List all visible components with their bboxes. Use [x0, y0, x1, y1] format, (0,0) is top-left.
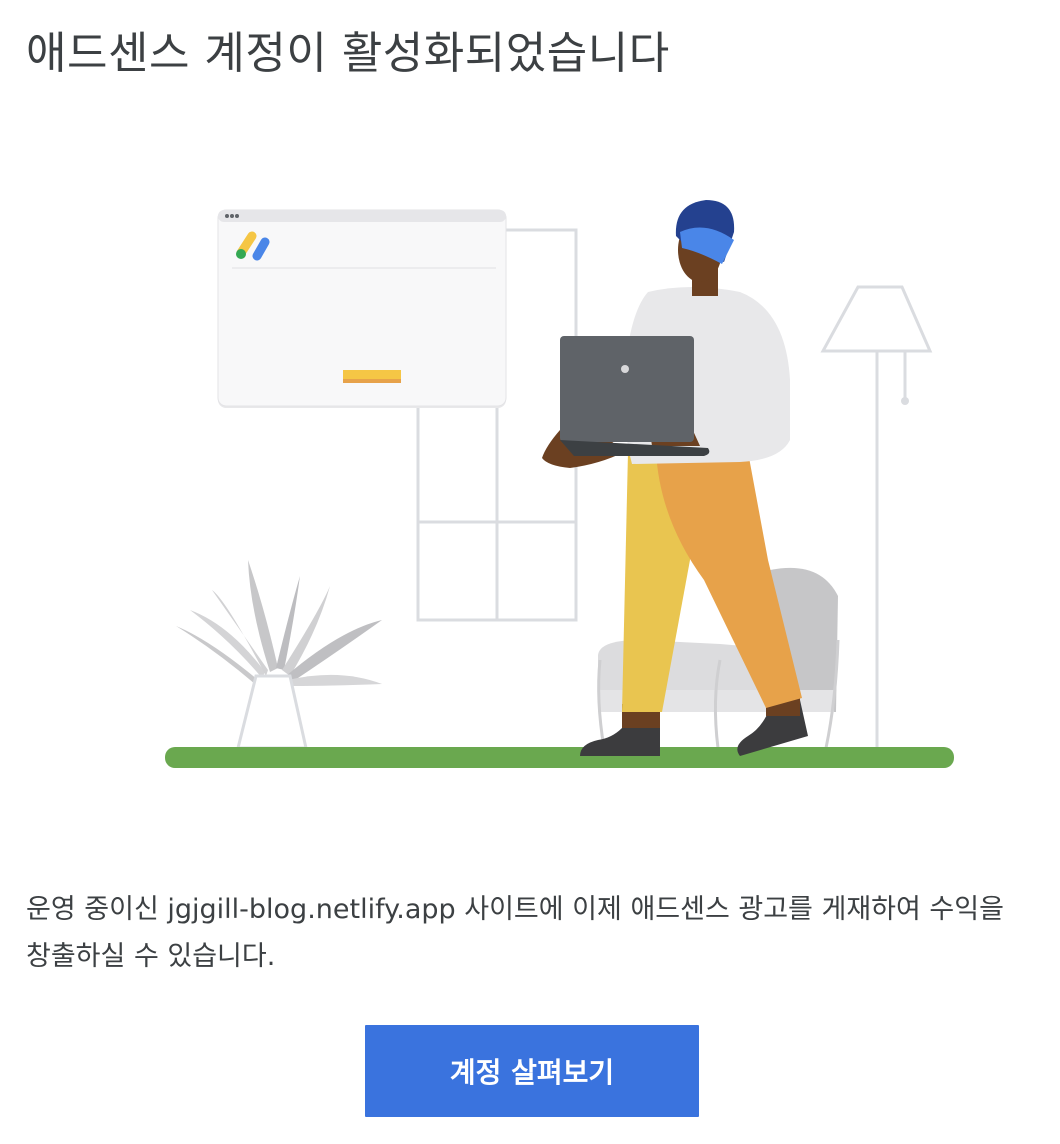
- activation-message: 운영 중이신 jgjgill-blog.netlify.app 사이트에 이제 …: [26, 894, 1004, 972]
- floor-lamp: [820, 285, 933, 748]
- potted-plant: [176, 560, 382, 750]
- browser-card: [217, 209, 507, 408]
- explore-account-button[interactable]: 계정 살펴보기: [365, 1025, 699, 1117]
- window-dots-icon: [225, 214, 239, 218]
- grass-strip: [165, 747, 954, 768]
- laptop: [560, 336, 694, 442]
